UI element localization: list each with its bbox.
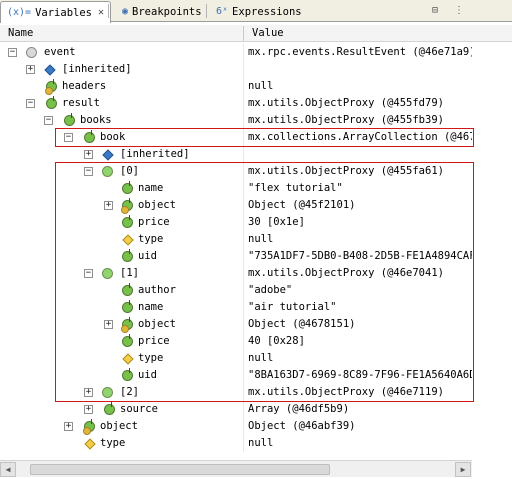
property-icon bbox=[46, 96, 57, 109]
variable-value: mx.utils.ObjectProxy (@455fd79) bbox=[248, 97, 444, 109]
variable-value: null bbox=[248, 80, 274, 92]
tab-variables[interactable]: (x)= Variables ✕ bbox=[0, 1, 112, 23]
variable-value: Object (@46abf39) bbox=[248, 420, 356, 432]
variables-icon: (x)= bbox=[7, 7, 32, 18]
expand-toggle-icon[interactable]: + bbox=[26, 65, 35, 74]
expressions-icon: 6ˣ bbox=[216, 6, 229, 17]
collapse-all-icon[interactable]: ⊟ bbox=[427, 3, 443, 18]
tree-row[interactable]: + [inherited] bbox=[0, 61, 472, 78]
tab-breakpoints-label: Breakpoints bbox=[132, 5, 202, 18]
property-icon bbox=[84, 438, 96, 450]
tab-expressions[interactable]: 6ˣ Expressions bbox=[210, 1, 308, 22]
view-menu-icon[interactable]: ⋮ bbox=[451, 3, 467, 18]
breakpoints-icon: ◉ bbox=[122, 6, 129, 17]
scroll-left-icon[interactable]: ◀ bbox=[0, 462, 16, 477]
tab-breakpoints[interactable]: ◉ Breakpoints bbox=[116, 1, 208, 22]
scroll-right-icon[interactable]: ▶ bbox=[455, 462, 471, 477]
variables-tree: − event mx.rpc.events.ResultEvent (@46e7… bbox=[0, 43, 512, 453]
expand-toggle-icon[interactable]: + bbox=[84, 405, 93, 414]
variable-name: headers bbox=[62, 80, 107, 92]
tree-row[interactable]: headers null bbox=[0, 78, 472, 95]
variable-name: result bbox=[62, 97, 100, 109]
expand-toggle-icon[interactable]: + bbox=[84, 150, 93, 159]
inherited-icon bbox=[102, 149, 114, 161]
tree-row[interactable]: type null bbox=[0, 435, 472, 452]
collapse-toggle-icon[interactable]: − bbox=[8, 48, 17, 57]
variable-name: source bbox=[120, 403, 158, 415]
collapse-toggle-icon[interactable]: − bbox=[44, 116, 53, 125]
collapse-toggle-icon[interactable]: − bbox=[26, 99, 35, 108]
tree-row[interactable]: − books mx.utils.ObjectProxy (@455fb39) bbox=[0, 112, 472, 129]
column-value-header[interactable]: Value bbox=[244, 25, 284, 42]
expand-toggle-icon[interactable]: + bbox=[64, 422, 73, 431]
tab-expressions-label: Expressions bbox=[232, 5, 302, 18]
variable-icon bbox=[26, 47, 37, 58]
variable-value: Array (@46df5b9) bbox=[248, 403, 350, 415]
tree-row[interactable]: + [inherited] bbox=[0, 146, 472, 163]
property-icon bbox=[45, 79, 57, 95]
property-icon bbox=[64, 113, 75, 126]
view-tab-bar: (x)= Variables ✕ ◉ Breakpoints 6ˣ Expres… bbox=[0, 0, 512, 23]
tree-row[interactable]: − event mx.rpc.events.ResultEvent (@46e7… bbox=[0, 44, 472, 61]
variable-value: null bbox=[248, 437, 274, 449]
variable-name: books bbox=[80, 114, 112, 126]
column-name-header[interactable]: Name bbox=[0, 25, 33, 42]
tab-separator bbox=[108, 4, 109, 18]
tab-variables-label: Variables bbox=[35, 6, 92, 19]
variable-name: [inherited] bbox=[120, 148, 190, 160]
variable-name: type bbox=[100, 437, 126, 449]
variable-name: object bbox=[100, 420, 138, 432]
variable-value: mx.rpc.events.ResultEvent (@46e71a9) bbox=[248, 46, 472, 58]
highlight-box-book bbox=[55, 128, 474, 147]
column-header: Name Value bbox=[0, 25, 512, 42]
tree-row[interactable]: + object Object (@46abf39) bbox=[0, 418, 472, 435]
variable-value bbox=[248, 61, 472, 78]
close-icon[interactable]: ✕ bbox=[98, 7, 104, 18]
variable-value: mx.utils.ObjectProxy (@455fb39) bbox=[248, 114, 444, 126]
tree-row[interactable]: − result mx.utils.ObjectProxy (@455fd79) bbox=[0, 95, 472, 112]
property-icon bbox=[83, 419, 95, 435]
property-icon bbox=[104, 402, 115, 415]
variable-name: event bbox=[44, 46, 76, 58]
highlight-box-items bbox=[55, 162, 474, 402]
variable-name: [inherited] bbox=[62, 63, 132, 75]
horizontal-scrollbar[interactable]: ◀ ▶ bbox=[0, 460, 472, 477]
inherited-icon bbox=[44, 64, 56, 76]
scrollbar-thumb[interactable] bbox=[30, 464, 330, 475]
variable-value bbox=[248, 146, 472, 163]
tab-separator bbox=[206, 4, 207, 18]
tree-row[interactable]: + source Array (@46df5b9) bbox=[0, 401, 472, 418]
